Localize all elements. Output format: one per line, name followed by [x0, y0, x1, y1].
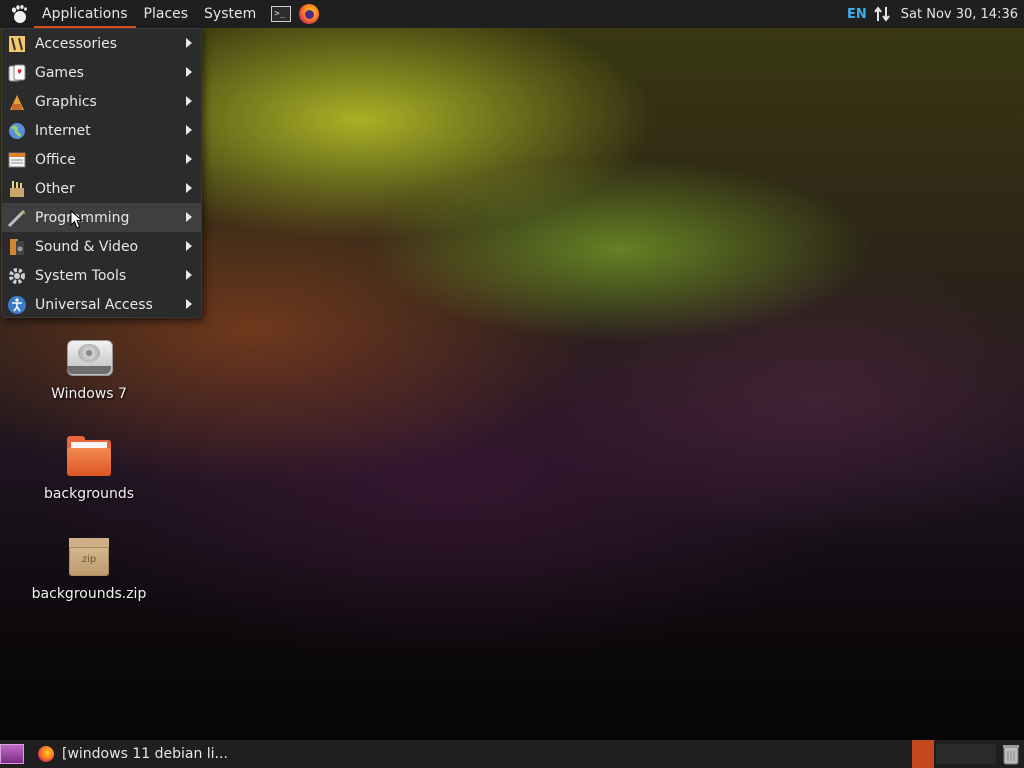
- graphics-icon: [6, 91, 28, 113]
- top-panel-left: Applications Places System >_: [0, 0, 320, 28]
- menu-item-label: Graphics: [35, 93, 97, 110]
- internet-icon: [6, 120, 28, 142]
- menu-item-label: Universal Access: [35, 296, 153, 313]
- submenu-arrow-icon: [186, 67, 192, 77]
- office-icon: [6, 149, 28, 171]
- terminal-launcher[interactable]: >_: [270, 3, 292, 25]
- system-menu-button[interactable]: System: [196, 0, 264, 28]
- other-icon: [6, 178, 28, 200]
- trash-icon[interactable]: [1002, 743, 1020, 765]
- show-desktop-button[interactable]: [0, 744, 24, 764]
- terminal-icon: >_: [271, 6, 292, 22]
- menu-item-label: Internet: [35, 122, 91, 139]
- programming-icon: [6, 207, 28, 229]
- applications-menu-button[interactable]: Applications: [34, 0, 136, 28]
- submenu-arrow-icon: [186, 125, 192, 135]
- desktop-icon-label: backgrounds.zip: [31, 586, 147, 602]
- menu-item-label: Games: [35, 64, 84, 81]
- zip-badge: zip: [81, 554, 97, 565]
- submenu-arrow-icon: [186, 241, 192, 251]
- accessories-icon: [6, 33, 28, 55]
- submenu-arrow-icon: [186, 270, 192, 280]
- bottom-panel: [windows 11 debian li...: [0, 740, 1024, 768]
- universal-access-icon: [6, 294, 28, 316]
- menu-item-accessories[interactable]: Accessories: [2, 29, 201, 58]
- menu-item-other[interactable]: Other: [2, 174, 201, 203]
- folder-icon: [65, 436, 113, 480]
- firefox-launcher[interactable]: [298, 3, 320, 25]
- submenu-arrow-icon: [186, 299, 192, 309]
- workspace-switcher-active[interactable]: [912, 740, 934, 768]
- workspace-switcher-other[interactable]: [936, 744, 996, 764]
- system-tools-icon: [6, 265, 28, 287]
- keyboard-layout-indicator[interactable]: EN: [847, 7, 867, 22]
- firefox-icon: [38, 746, 54, 762]
- menu-item-label: Accessories: [35, 35, 118, 52]
- network-icon[interactable]: [873, 5, 891, 23]
- desktop-icon-backgrounds-zip[interactable]: zip backgrounds.zip: [24, 536, 154, 602]
- zip-archive-icon: zip: [65, 536, 113, 580]
- menu-item-internet[interactable]: Internet: [2, 116, 201, 145]
- sound-video-icon: [6, 236, 28, 258]
- submenu-arrow-icon: [186, 183, 192, 193]
- submenu-arrow-icon: [186, 212, 192, 222]
- firefox-icon: [299, 4, 320, 24]
- desktop-icon-label: backgrounds: [43, 486, 135, 502]
- desktop-icon-backgrounds[interactable]: backgrounds: [24, 436, 154, 502]
- submenu-arrow-icon: [186, 38, 192, 48]
- menu-item-universal-access[interactable]: Universal Access: [2, 290, 201, 319]
- mouse-pointer-icon: [70, 210, 84, 229]
- top-panel: Applications Places System >_ EN Sat Nov…: [0, 0, 1024, 28]
- top-panel-right: EN Sat Nov 30, 14:36: [847, 0, 1024, 28]
- taskbar-item-label: [windows 11 debian li...: [62, 746, 228, 762]
- gnome-foot-icon[interactable]: [8, 3, 30, 25]
- clock[interactable]: Sat Nov 30, 14:36: [901, 7, 1018, 22]
- menu-item-label: Sound & Video: [35, 238, 139, 255]
- places-menu-button[interactable]: Places: [136, 0, 197, 28]
- taskbar-item-firefox-window[interactable]: [windows 11 debian li...: [38, 740, 228, 768]
- desktop-icon-label: Windows 7: [51, 386, 127, 402]
- games-icon: [6, 62, 28, 84]
- menu-item-system-tools[interactable]: System Tools: [2, 261, 201, 290]
- drive-icon: [65, 336, 113, 380]
- menu-item-office[interactable]: Office: [2, 145, 201, 174]
- desktop-icon-windows-7[interactable]: Windows 7: [24, 336, 154, 402]
- submenu-arrow-icon: [186, 96, 192, 106]
- menu-item-graphics[interactable]: Graphics: [2, 87, 201, 116]
- menu-item-games[interactable]: Games: [2, 58, 201, 87]
- submenu-arrow-icon: [186, 154, 192, 164]
- menu-item-label: System Tools: [35, 267, 127, 284]
- menu-item-label: Office: [35, 151, 76, 168]
- menu-item-programming[interactable]: Programming: [2, 203, 201, 232]
- applications-menu: Accessories Games Graphics Internet Offi…: [1, 28, 202, 318]
- menu-item-sound-video[interactable]: Sound & Video: [2, 232, 201, 261]
- menu-item-label: Other: [35, 180, 75, 197]
